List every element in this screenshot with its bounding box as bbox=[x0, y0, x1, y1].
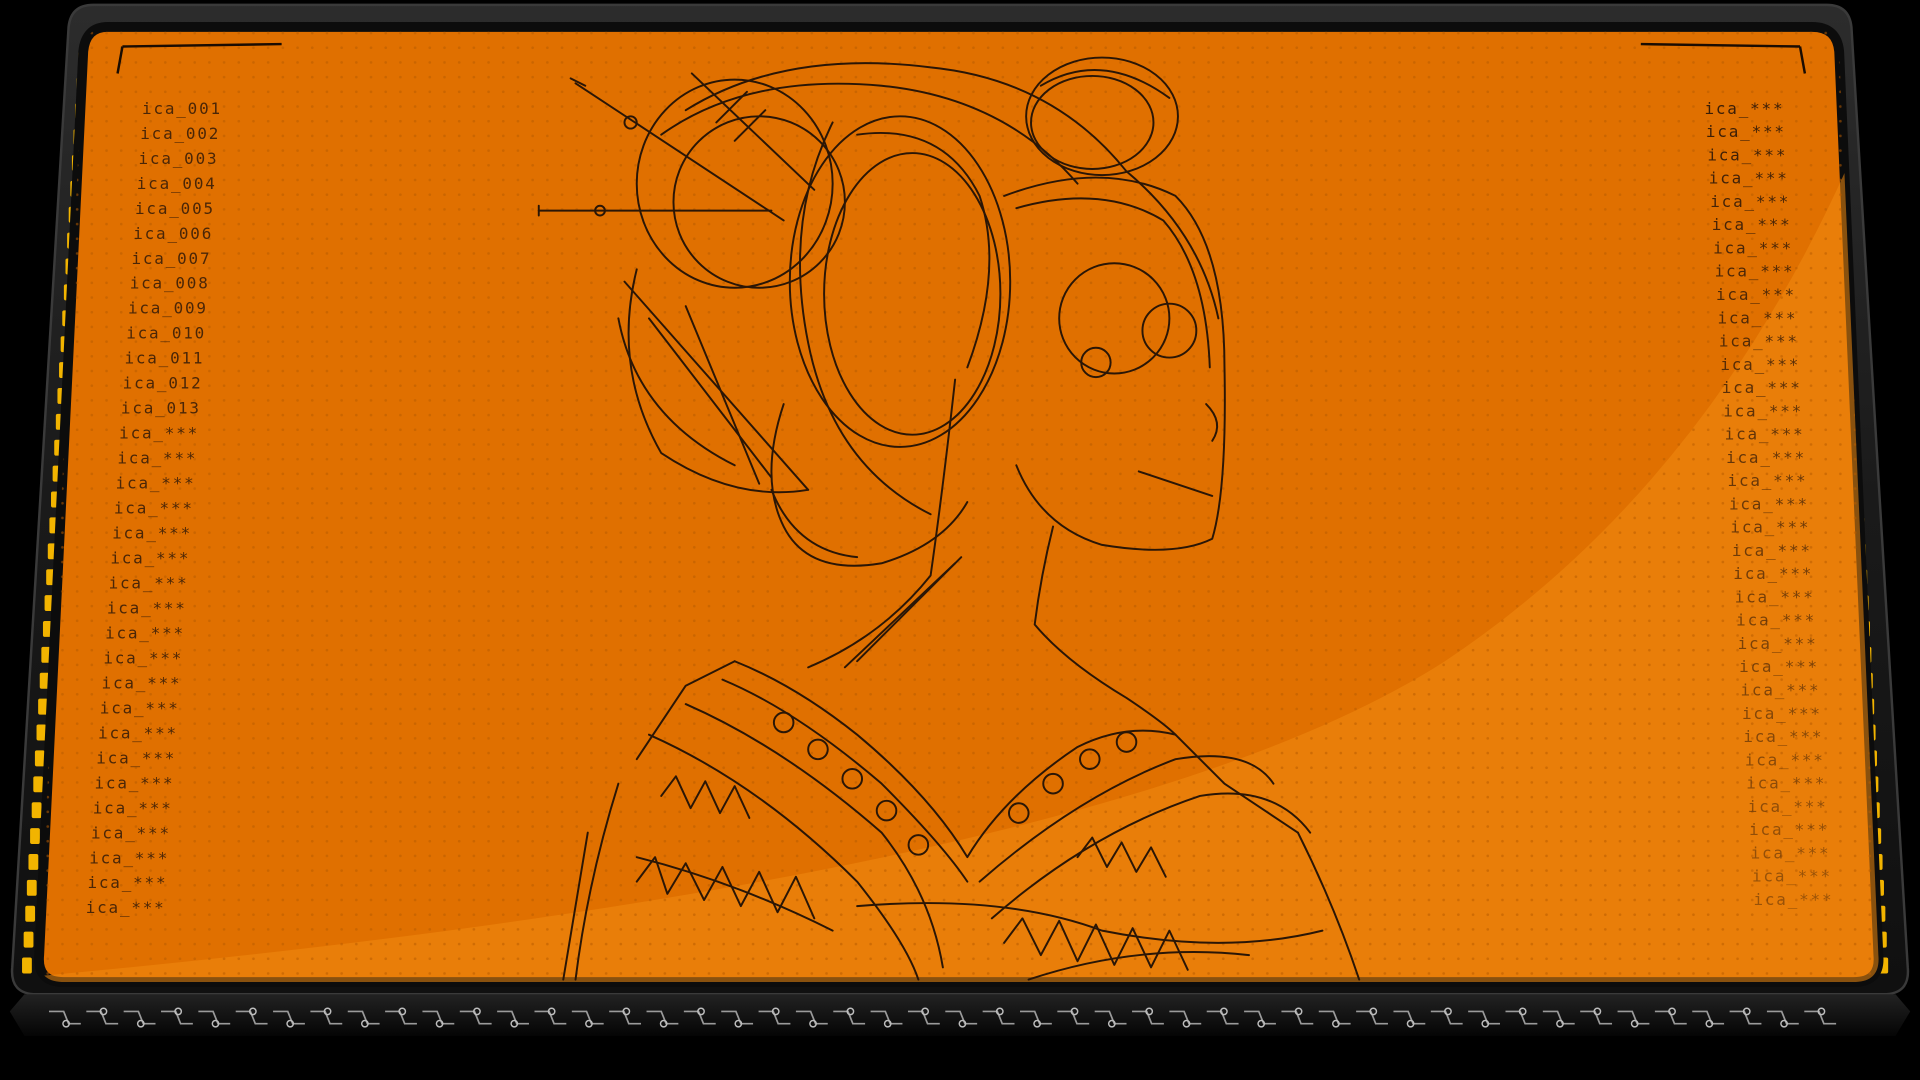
left-label-item: ica_*** bbox=[110, 549, 190, 568]
right-label-item: ica_*** bbox=[1709, 169, 1789, 188]
left-indicator-light bbox=[28, 853, 39, 870]
right-label-item: ica_*** bbox=[1710, 192, 1790, 211]
right-label-item: ica_*** bbox=[1706, 122, 1786, 141]
right-label-item: ica_*** bbox=[1738, 634, 1818, 653]
right-label-item: ica_*** bbox=[1749, 820, 1829, 839]
right-label-item: ica_*** bbox=[1753, 890, 1833, 909]
right-label-item: ica_*** bbox=[1732, 541, 1812, 560]
right-label-item: ica_*** bbox=[1725, 425, 1805, 444]
left-label-item: ica_004 bbox=[137, 174, 217, 193]
left-label-item: ica_*** bbox=[89, 848, 169, 867]
right-label-item: ica_*** bbox=[1746, 774, 1826, 793]
orange-screen bbox=[34, 22, 1884, 987]
left-indicator-light bbox=[22, 957, 32, 974]
right-label-item: ica_*** bbox=[1716, 285, 1796, 304]
left-indicator-light bbox=[31, 802, 42, 819]
left-label-item: ica_011 bbox=[124, 349, 204, 368]
right-label-item: ica_*** bbox=[1730, 518, 1810, 537]
left-indicator-light bbox=[26, 879, 37, 896]
right-label-item: ica_*** bbox=[1751, 843, 1831, 862]
right-label-item: ica_*** bbox=[1717, 308, 1797, 327]
right-label-item: ica_*** bbox=[1735, 587, 1815, 606]
left-label-item: ica_006 bbox=[133, 224, 213, 243]
right-label-item: ica_*** bbox=[1713, 238, 1793, 257]
right-label-item: ica_*** bbox=[1704, 99, 1784, 118]
right-label-item: ica_*** bbox=[1707, 145, 1787, 164]
right-label-item: ica_*** bbox=[1719, 332, 1799, 351]
left-label-item: ica_*** bbox=[95, 773, 175, 792]
left-label-item: ica_009 bbox=[128, 299, 208, 318]
left-label-item: ica_*** bbox=[117, 449, 197, 468]
right-label-item: ica_*** bbox=[1748, 797, 1828, 816]
left-label-item: ica_*** bbox=[87, 873, 167, 892]
left-label-item: ica_*** bbox=[86, 898, 166, 917]
right-label-item: ica_*** bbox=[1741, 681, 1821, 700]
left-label-item: ica_*** bbox=[119, 424, 199, 443]
right-label-item: ica_*** bbox=[1723, 401, 1803, 420]
left-label-item: ica_*** bbox=[100, 698, 180, 717]
left-label-item: ica_*** bbox=[107, 598, 187, 617]
left-label-item: ica_003 bbox=[139, 149, 219, 168]
left-indicator-light bbox=[25, 905, 36, 922]
left-label-item: ica_010 bbox=[126, 324, 206, 343]
left-label-item: ica_*** bbox=[105, 623, 185, 642]
left-label-item: ica_*** bbox=[96, 748, 176, 767]
left-indicator-light bbox=[34, 750, 45, 767]
right-label-item: ica_*** bbox=[1743, 727, 1823, 746]
left-label-item: ica_001 bbox=[142, 99, 222, 118]
left-label-item: ica_*** bbox=[112, 524, 192, 543]
right-label-item: ica_*** bbox=[1726, 448, 1806, 467]
right-label-item: ica_*** bbox=[1712, 215, 1792, 234]
left-label-item: ica_*** bbox=[114, 499, 194, 518]
monitor-display: ica_001 ica_002 ica_003 ica_004 ica_005 ica_0… bbox=[0, 0, 1920, 1080]
left-label-item: ica_*** bbox=[116, 474, 196, 493]
left-label-item: ica_007 bbox=[131, 249, 211, 268]
left-indicator-light bbox=[33, 776, 44, 793]
right-label-item: ica_*** bbox=[1742, 704, 1822, 723]
right-label-item: ica_*** bbox=[1752, 867, 1832, 886]
left-indicator-light bbox=[36, 724, 47, 741]
left-label-item: ica_002 bbox=[140, 124, 220, 143]
left-label-item: ica_*** bbox=[103, 648, 183, 667]
left-label-item: ica_012 bbox=[123, 374, 203, 393]
right-label-item: ica_*** bbox=[1728, 471, 1808, 490]
right-label-item: ica_*** bbox=[1736, 611, 1816, 630]
left-label-item: ica_008 bbox=[130, 274, 210, 293]
right-label-item: ica_*** bbox=[1729, 494, 1809, 513]
left-label-item: ica_*** bbox=[93, 798, 173, 817]
right-label-item: ica_*** bbox=[1720, 355, 1800, 374]
right-label-item: ica_*** bbox=[1722, 378, 1802, 397]
left-indicator-light bbox=[30, 828, 40, 845]
right-label-item: ica_*** bbox=[1733, 564, 1813, 583]
left-label-item: ica_*** bbox=[91, 823, 171, 842]
left-indicator-light bbox=[23, 931, 34, 948]
left-label-item: ica_*** bbox=[102, 673, 182, 692]
left-label-item: ica_*** bbox=[109, 573, 189, 592]
left-label-item: ica_013 bbox=[121, 399, 201, 418]
left-label-item: ica_*** bbox=[98, 723, 178, 742]
left-label-item: ica_005 bbox=[135, 199, 215, 218]
right-label-item: ica_*** bbox=[1745, 750, 1825, 769]
right-label-item: ica_*** bbox=[1739, 657, 1819, 676]
monitor-scene: ica_001 ica_002 ica_003 ica_004 ica_005 ica_0… bbox=[9, 3, 1911, 1036]
right-label-item: ica_*** bbox=[1715, 262, 1795, 281]
